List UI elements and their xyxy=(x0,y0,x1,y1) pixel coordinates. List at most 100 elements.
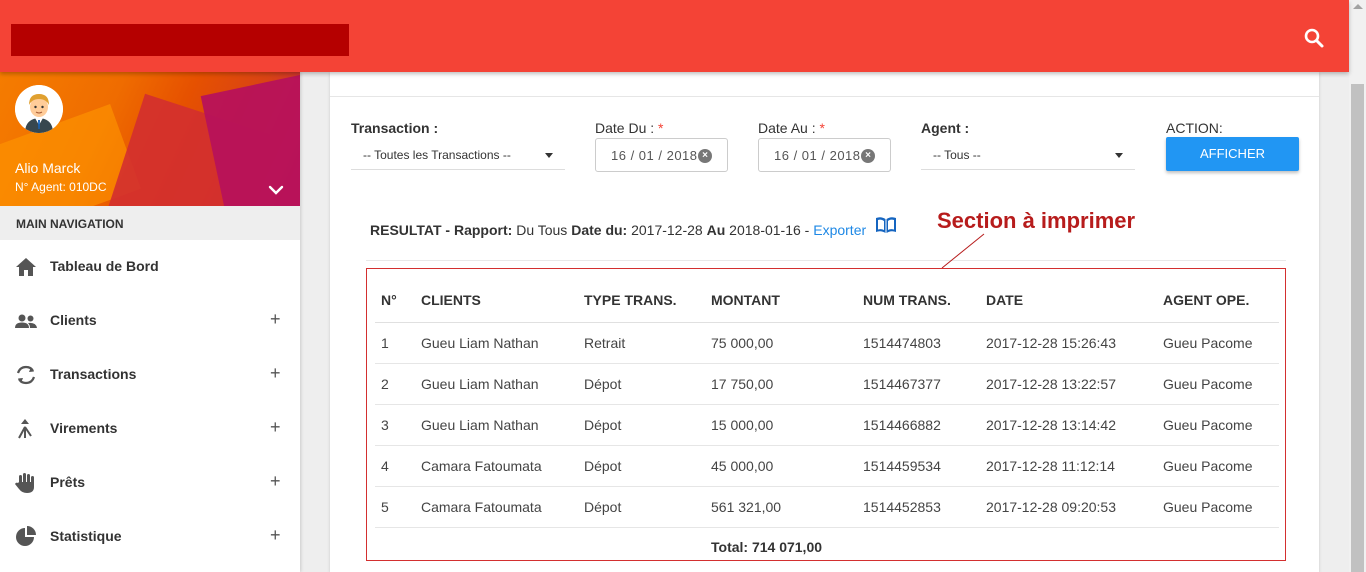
table-row: 3 Gueu Liam Nathan Dépot 15 000,00 15144… xyxy=(375,404,1279,446)
agent-filter-label: Agent : xyxy=(921,120,970,136)
caret-down-icon xyxy=(545,153,553,158)
cell-client: Gueu Liam Nathan xyxy=(415,322,578,364)
date-du-input[interactable]: 16 / 01 / 2018 × xyxy=(595,138,728,172)
cell-number: 2 xyxy=(375,363,415,405)
table-row: 2 Gueu Liam Nathan Dépot 17 750,00 15144… xyxy=(375,363,1279,405)
clear-icon[interactable]: × xyxy=(698,149,712,163)
cell-amount: 45 000,00 xyxy=(705,445,857,487)
cell-number: 5 xyxy=(375,486,415,528)
afficher-button[interactable]: AFFICHER xyxy=(1166,137,1299,171)
book-icon[interactable] xyxy=(874,215,898,235)
search-icon[interactable] xyxy=(1302,26,1326,50)
cell-amount: 75 000,00 xyxy=(705,322,857,364)
sidebar-item-virements[interactable]: Virements + xyxy=(0,402,300,456)
sidebar-item-transactions[interactable]: Transactions + xyxy=(0,348,300,402)
cell-number: 4 xyxy=(375,445,415,487)
cell-trans-number: 1514467377 xyxy=(857,363,980,405)
divider xyxy=(330,96,1319,97)
column-header: NUM TRANS. xyxy=(857,279,980,323)
table-row: 5 Camara Fatoumata Dépot 561 321,00 1514… xyxy=(375,486,1279,528)
column-header: N° xyxy=(375,279,415,323)
date-du-value: 16 / 01 / 2018 xyxy=(611,148,698,163)
plus-icon: + xyxy=(270,417,281,437)
caret-down-icon xyxy=(1115,153,1123,158)
sidebar-item-label: Transactions xyxy=(50,366,137,382)
cell-trans-number: 1514466882 xyxy=(857,404,980,446)
cell-client: Camara Fatoumata xyxy=(415,486,578,528)
hand-icon xyxy=(14,472,38,494)
scroll-up-arrow-icon[interactable] xyxy=(1353,4,1363,9)
sidebar-item-label: Statistique xyxy=(50,528,122,544)
cell-amount: 15 000,00 xyxy=(705,404,857,446)
chevron-down-icon[interactable] xyxy=(266,180,286,200)
cell-client: Gueu Liam Nathan xyxy=(415,404,578,446)
sidebar-item-tableau-de-bord[interactable]: Tableau de Bord xyxy=(0,240,300,294)
clear-icon[interactable]: × xyxy=(861,149,875,163)
sidebar-item-label: Tableau de Bord xyxy=(50,258,159,274)
sidebar-item-clients[interactable]: Clients + xyxy=(0,294,300,348)
brand-redacted-block xyxy=(11,24,349,56)
total-amount: Total: 714 071,00 xyxy=(711,539,823,556)
scrollbar-thumb[interactable] xyxy=(1351,84,1364,572)
cell-amount: 17 750,00 xyxy=(705,363,857,405)
cell-date: 2017-12-28 13:14:42 xyxy=(980,404,1157,446)
annotation-pointer xyxy=(941,233,985,269)
column-header: CLIENTS xyxy=(415,279,578,323)
cell-type: Dépot xyxy=(578,445,705,487)
top-app-bar xyxy=(0,0,1349,72)
table-row: 1 Gueu Liam Nathan Retrait 75 000,00 151… xyxy=(375,322,1279,364)
cell-agent: Gueu Pacome xyxy=(1157,363,1279,405)
users-icon xyxy=(14,310,38,332)
table-row: 4 Camara Fatoumata Dépot 45 000,00 15144… xyxy=(375,445,1279,487)
cell-date: 2017-12-28 11:12:14 xyxy=(980,445,1157,487)
transaction-select-value: -- Toutes les Transactions -- xyxy=(363,148,511,162)
column-header: TYPE TRANS. xyxy=(578,279,705,323)
cell-number: 1 xyxy=(375,322,415,364)
sidebar-item-prets[interactable]: Prêts + xyxy=(0,456,300,510)
sidebar-item-label: Clients xyxy=(50,312,97,328)
plus-icon: + xyxy=(270,363,281,383)
user-name: Alio Marck xyxy=(15,160,81,176)
print-section: N° CLIENTS TYPE TRANS. MONTANT NUM TRANS… xyxy=(366,268,1286,561)
pie-chart-icon xyxy=(14,526,38,548)
transaction-filter-label: Transaction : xyxy=(351,120,439,136)
plus-icon: + xyxy=(270,525,281,545)
cell-agent: Gueu Pacome xyxy=(1157,486,1279,528)
column-header: DATE xyxy=(980,279,1157,323)
cell-date: 2017-12-28 09:20:53 xyxy=(980,486,1157,528)
transactions-table: N° CLIENTS TYPE TRANS. MONTANT NUM TRANS… xyxy=(375,279,1279,567)
report-panel: Transaction : -- Toutes les Transactions… xyxy=(330,72,1319,572)
table-total-row: Total: 714 071,00 xyxy=(375,527,1279,567)
cell-agent: Gueu Pacome xyxy=(1157,404,1279,446)
cell-type: Dépot xyxy=(578,404,705,446)
sync-icon xyxy=(14,364,38,386)
divider xyxy=(366,260,1286,261)
export-link[interactable]: Exporter xyxy=(813,222,866,238)
plus-icon: + xyxy=(270,471,281,491)
cell-client: Gueu Liam Nathan xyxy=(415,363,578,405)
transaction-select[interactable]: -- Toutes les Transactions -- xyxy=(351,140,565,170)
cell-trans-number: 1514474803 xyxy=(857,322,980,364)
date-au-input[interactable]: 16 / 01 / 2018 × xyxy=(758,138,891,172)
cell-agent: Gueu Pacome xyxy=(1157,445,1279,487)
result-summary: RESULTAT - Rapport: Du Tous Date du: 201… xyxy=(370,222,867,238)
cell-number: 3 xyxy=(375,404,415,446)
cell-date: 2017-12-28 15:26:43 xyxy=(980,322,1157,364)
date-du-label: Date Du : * xyxy=(595,120,664,136)
cell-client: Camara Fatoumata xyxy=(415,445,578,487)
sidebar-item-label: Virements xyxy=(50,420,118,436)
plus-icon: + xyxy=(270,309,281,329)
user-agent-number: N° Agent: 010DC xyxy=(15,180,107,194)
home-icon xyxy=(14,256,38,278)
cell-date: 2017-12-28 13:22:57 xyxy=(980,363,1157,405)
sidebar-item-statistique[interactable]: Statistique + xyxy=(0,510,300,564)
column-header: MONTANT xyxy=(705,279,857,323)
sidebar-item-label: Prêts xyxy=(50,474,86,490)
agent-select-value: -- Tous -- xyxy=(933,148,981,162)
user-profile-card: Alio Marck N° Agent: 010DC xyxy=(0,72,300,206)
agent-select[interactable]: -- Tous -- xyxy=(921,140,1135,170)
action-label: ACTION: xyxy=(1166,120,1223,136)
cell-trans-number: 1514459534 xyxy=(857,445,980,487)
date-au-value: 16 / 01 / 2018 xyxy=(774,148,861,163)
cell-type: Dépot xyxy=(578,363,705,405)
